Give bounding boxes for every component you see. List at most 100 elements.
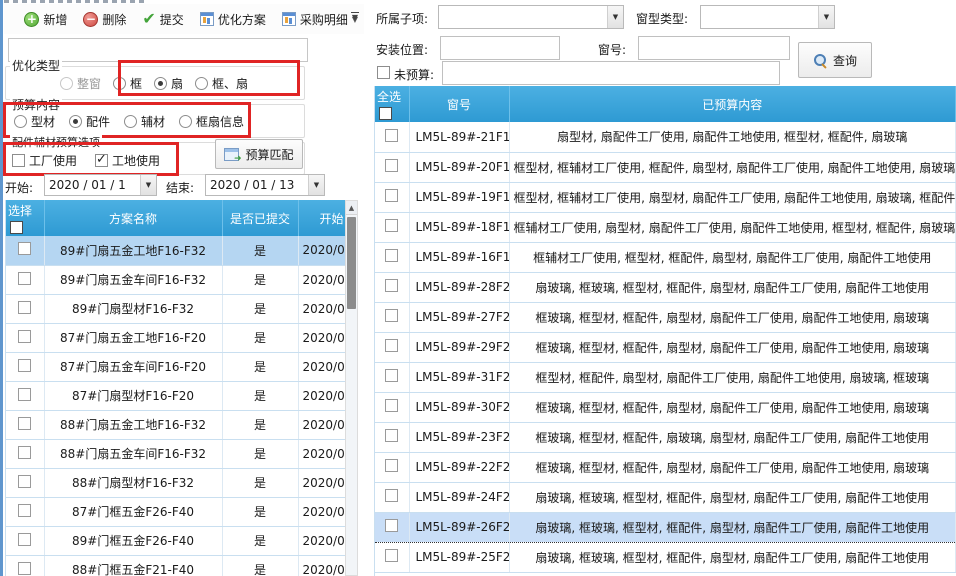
row-checkbox[interactable] bbox=[385, 369, 398, 382]
select-all-checkbox[interactable] bbox=[10, 221, 23, 234]
window-table-row[interactable]: LM5L-89#-30F28 框玻璃, 框型材, 框配件, 扇型材, 扇配件工厂… bbox=[375, 392, 956, 422]
optimize-type-radio[interactable]: 整窗 bbox=[60, 75, 101, 92]
row-checkbox[interactable] bbox=[18, 388, 31, 401]
usage-checkbox[interactable]: 工厂使用 bbox=[12, 152, 77, 169]
row-checkbox[interactable] bbox=[385, 489, 398, 502]
window-table-row[interactable]: LM5L-89#-21F19 扇型材, 扇配件工厂使用, 扇配件工地使用, 框型… bbox=[375, 122, 956, 152]
window-table-row[interactable]: LM5L-89#-24F22 扇玻璃, 框玻璃, 框型材, 框配件, 扇型材, … bbox=[375, 482, 956, 512]
scrollbar-thumb[interactable] bbox=[347, 217, 356, 309]
query-button[interactable]: 查询 bbox=[798, 42, 872, 78]
unbudgeted-label: 未预算: bbox=[394, 66, 434, 83]
window-table-row[interactable]: LM5L-89#-16F15 框辅材工厂使用, 框型材, 框配件, 扇型材, 扇… bbox=[375, 242, 956, 272]
row-checkbox[interactable] bbox=[18, 446, 31, 459]
row-checkbox[interactable] bbox=[18, 562, 31, 575]
window-type-select[interactable]: ▼ bbox=[700, 5, 835, 29]
plan-table-row[interactable]: 88#门扇五金车间F16-F32 是 2020/0 bbox=[6, 439, 345, 468]
budget-content-radio[interactable]: 辅材 bbox=[124, 113, 165, 130]
row-checkbox[interactable] bbox=[385, 309, 398, 322]
budget-content-radio[interactable]: 配件 bbox=[69, 113, 110, 130]
window-table-row[interactable]: LM5L-89#-29F27 框玻璃, 框型材, 框配件, 扇型材, 扇配件工厂… bbox=[375, 332, 956, 362]
row-checkbox[interactable] bbox=[385, 519, 398, 532]
plan-select-all-header[interactable]: 选择 bbox=[6, 200, 44, 236]
column-header-start[interactable]: 开始 bbox=[298, 200, 345, 236]
chevron-down-icon[interactable]: ▼ bbox=[818, 6, 834, 28]
column-header-name[interactable]: 方案名称 bbox=[44, 200, 222, 236]
row-checkbox[interactable] bbox=[385, 189, 398, 202]
row-checkbox[interactable] bbox=[18, 504, 31, 517]
usage-checkbox[interactable]: 工地使用 bbox=[95, 152, 160, 169]
row-checkbox[interactable] bbox=[18, 475, 31, 488]
add-button[interactable]: + 新增 bbox=[18, 7, 73, 32]
row-checkbox[interactable] bbox=[385, 399, 398, 412]
column-header-window-no[interactable]: 窗号 bbox=[409, 86, 509, 122]
plan-table-row[interactable]: 87#门扇五金车间F16-F20 是 2020/0 bbox=[6, 352, 345, 381]
window-no-input[interactable] bbox=[638, 36, 790, 60]
row-checkbox[interactable] bbox=[385, 159, 398, 172]
submit-button[interactable]: ✔ 提交 bbox=[136, 7, 189, 32]
unbudgeted-checkbox[interactable] bbox=[377, 66, 390, 79]
window-table-row[interactable]: LM5L-89#-31F29 框型材, 框配件, 扇型材, 扇配件工厂使用, 扇… bbox=[375, 362, 956, 392]
window-select-all-header[interactable]: 全选 bbox=[375, 86, 409, 122]
optimize-type-radio[interactable]: 扇 bbox=[154, 75, 183, 92]
budget-content-radio[interactable]: 框扇信息 bbox=[179, 113, 244, 130]
row-checkbox[interactable] bbox=[18, 330, 31, 343]
date-end-picker[interactable]: 2020 / 01 / 13 ▼ bbox=[205, 174, 325, 196]
date-start-picker[interactable]: 2020 / 01 / 1 ▼ bbox=[44, 174, 157, 196]
column-header-submitted[interactable]: 是否已提交 bbox=[222, 200, 298, 236]
chevron-down-icon[interactable]: ▼ bbox=[140, 175, 156, 195]
window-table-row[interactable]: LM5L-89#-23F21 框玻璃, 框型材, 框配件, 扇玻璃, 扇型材, … bbox=[375, 422, 956, 452]
optimize-type-radio[interactable]: 框 bbox=[113, 75, 142, 92]
window-table-row[interactable]: LM5L-89#-26F24 扇玻璃, 框玻璃, 框型材, 框配件, 扇型材, … bbox=[375, 512, 956, 542]
plan-table-row[interactable]: 87#门扇型材F16-F20 是 2020/0 bbox=[6, 381, 345, 410]
window-table-row[interactable]: LM5L-89#-27F25 框玻璃, 框型材, 框配件, 扇型材, 扇配件工厂… bbox=[375, 302, 956, 332]
unbudgeted-input[interactable] bbox=[442, 61, 780, 85]
plan-table-row[interactable]: 88#门扇型材F16-F32 是 2020/0 bbox=[6, 468, 345, 497]
budget-match-button[interactable]: 预算匹配 bbox=[215, 139, 303, 169]
optimize-type-radio[interactable]: 框、扇 bbox=[195, 75, 248, 92]
toolbar-overflow-button[interactable]: ▼ bbox=[348, 10, 362, 28]
row-checkbox[interactable] bbox=[385, 549, 398, 562]
chevron-down-icon[interactable]: ▼ bbox=[308, 175, 324, 195]
row-checkbox[interactable] bbox=[18, 359, 31, 372]
row-checkbox[interactable] bbox=[385, 339, 398, 352]
plan-table-row[interactable]: 89#门扇型材F16-F32 是 2020/0 bbox=[6, 294, 345, 323]
window-table-row[interactable]: LM5L-89#-28F26 扇玻璃, 框玻璃, 框型材, 框配件, 扇型材, … bbox=[375, 272, 956, 302]
row-checkbox[interactable] bbox=[385, 249, 398, 262]
plan-table-row[interactable]: 89#门框五金F26-F40 是 2020/0 bbox=[6, 526, 345, 555]
chevron-down-icon[interactable]: ▼ bbox=[607, 6, 623, 28]
window-table-row[interactable]: LM5L-89#-20F18 框型材, 框辅材工厂使用, 框配件, 扇型材, 扇… bbox=[375, 152, 956, 182]
start-date-cell: 2020/0 bbox=[298, 497, 345, 526]
select-all-checkbox[interactable] bbox=[379, 107, 392, 120]
row-checkbox[interactable] bbox=[385, 429, 398, 442]
optimize-plan-button[interactable]: 优化方案 bbox=[194, 7, 272, 32]
budget-content-radio[interactable]: 型材 bbox=[14, 113, 55, 130]
window-table-row[interactable]: LM5L-89#-22F20 框玻璃, 框型材, 框配件, 扇型材, 扇配件工厂… bbox=[375, 452, 956, 482]
window-type-label: 窗型类型: bbox=[636, 10, 688, 27]
row-checkbox[interactable] bbox=[18, 272, 31, 285]
plan-name-cell: 87#门扇五金工地F16-F20 bbox=[44, 323, 222, 352]
window-table-row[interactable]: LM5L-89#-18F16 框辅材工厂使用, 扇型材, 扇配件工厂使用, 扇配… bbox=[375, 212, 956, 242]
window-table-row[interactable]: LM5L-89#-25F23 扇玻璃, 框玻璃, 框型材, 框配件, 扇型材, … bbox=[375, 542, 956, 572]
row-checkbox[interactable] bbox=[385, 459, 398, 472]
window-table-row[interactable]: LM5L-89#-19F17 框型材, 框辅材工厂使用, 扇型材, 扇配件工厂使… bbox=[375, 182, 956, 212]
sub-item-select[interactable]: ▼ bbox=[438, 5, 624, 29]
plan-table-row[interactable]: 88#门扇五金工地F16-F32 是 2020/0 bbox=[6, 410, 345, 439]
row-checkbox[interactable] bbox=[18, 242, 31, 255]
scroll-up-icon[interactable]: ▲ bbox=[346, 201, 357, 215]
plan-table-scrollbar[interactable]: ▲ bbox=[345, 200, 358, 576]
install-pos-input[interactable] bbox=[440, 36, 560, 60]
plan-table-row[interactable]: 87#门框五金F26-F40 是 2020/0 bbox=[6, 497, 345, 526]
optimize-type-options: 整窗 框 扇 框、扇 bbox=[60, 69, 305, 97]
column-header-budgeted-content[interactable]: 已预算内容 bbox=[509, 86, 956, 122]
plan-table-row[interactable]: 89#门扇五金工地F16-F32 是 2020/0 bbox=[6, 236, 345, 265]
row-checkbox[interactable] bbox=[18, 301, 31, 314]
delete-button[interactable]: − 删除 bbox=[77, 7, 132, 32]
row-checkbox[interactable] bbox=[385, 129, 398, 142]
row-checkbox[interactable] bbox=[18, 417, 31, 430]
row-checkbox[interactable] bbox=[385, 279, 398, 292]
row-checkbox[interactable] bbox=[385, 219, 398, 232]
row-checkbox[interactable] bbox=[18, 533, 31, 546]
plan-table-row[interactable]: 89#门扇五金车间F16-F32 是 2020/0 bbox=[6, 265, 345, 294]
plan-table-row[interactable]: 87#门扇五金工地F16-F20 是 2020/0 bbox=[6, 323, 345, 352]
plan-table-row[interactable]: 88#门框五金F21-F40 是 2020/0 bbox=[6, 555, 345, 576]
